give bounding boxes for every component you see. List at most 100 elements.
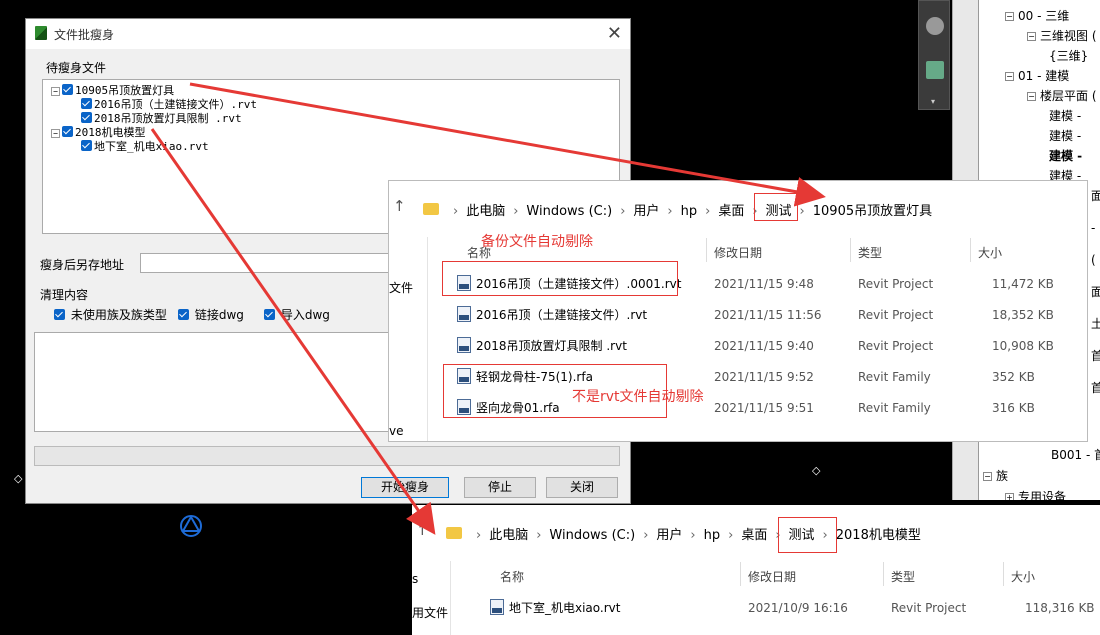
file-size: 10,908 KB [992,339,1054,353]
column-header[interactable]: 修改日期 [714,244,762,261]
address-bar[interactable]: ↑ › 此电脑 › Windows (C:) › 用户 › hp › 桌面 › 测试 › 10905吊顶放… [389,181,1087,233]
checkbox-icon[interactable] [81,98,92,109]
option-linked-dwg[interactable]: 链接dwg [178,306,244,323]
expander-icon[interactable]: − [983,472,992,481]
tree-file-node[interactable]: 地下室_机电xiao.rvt [81,140,209,153]
browser-node[interactable]: {三维} [1049,46,1088,66]
steering-wheel-icon[interactable] [926,17,944,35]
checkbox-icon[interactable] [54,309,65,320]
option-unused-families[interactable]: 未使用族及族类型 [54,306,167,323]
file-row[interactable]: 2018吊顶放置灯具限制 .rvt [457,333,627,359]
browser-fragment: - [1091,221,1096,235]
revit-file-icon [490,599,504,615]
file-row[interactable]: 2016吊顶（土建链接文件）.rvt [457,302,647,328]
revit-file-icon [457,337,471,353]
revit-nav-icon[interactable] [178,514,204,538]
browser-node[interactable]: − 三维视图 ( [1027,26,1097,46]
column-header[interactable]: 大小 [978,244,1002,261]
column-header[interactable]: 大小 [1011,568,1035,585]
app-icon [35,26,47,40]
expander-icon[interactable]: − [1005,12,1014,21]
checkbox-icon[interactable] [62,126,73,137]
file-row[interactable]: 地下室_机电xiao.rvt [490,595,620,621]
tree-node-label: 2018机电模型 [75,126,146,139]
breadcrumb-chevron-icon: › [536,528,542,543]
highlight-box [778,517,837,553]
nav-pane-text: 文件 [389,281,414,295]
address-bar[interactable]: ↑ › 此电脑 › Windows (C:) › 用户 › hp › 桌面 › 测试 › 2018机电模型 [412,505,1100,557]
breadcrumb-item[interactable]: 2018机电模型 [836,528,921,543]
breadcrumb-item[interactable]: 桌面 [718,204,744,219]
breadcrumb: › 此电脑 › Windows (C:) › 用户 › hp › 桌面 › 测试 › 2018机电模型 [468,524,921,543]
chevron-down-icon[interactable]: ▾ [931,97,935,106]
start-button[interactable]: 开始瘦身 [361,477,449,498]
breadcrumb-item[interactable]: 用户 [656,528,682,543]
browser-node[interactable]: B001 - 首层 [1051,445,1100,465]
column-header[interactable]: 类型 [891,568,915,585]
breadcrumb-item[interactable]: 10905吊顶放置灯具 [813,204,932,219]
breadcrumb-item[interactable]: 此电脑 [466,204,505,219]
file-name: 2016吊顶（土建链接文件）.rvt [476,308,648,322]
expander-icon[interactable]: − [1027,32,1036,41]
checkbox-icon[interactable] [81,112,92,123]
browser-node-label: 族 [996,469,1009,483]
zoom-icon[interactable] [926,61,944,79]
file-name: 地下室_机电xiao.rvt [509,601,621,615]
breadcrumb-item[interactable]: 桌面 [741,528,767,543]
checkbox-icon[interactable] [81,140,92,151]
clean-group-label: 清理内容 [40,288,89,302]
collapse-icon[interactable]: − [51,87,60,96]
breadcrumb-item[interactable]: hp [704,528,721,543]
browser-node[interactable]: 建模 - [1049,126,1081,146]
breadcrumb-item[interactable]: hp [681,204,698,219]
browser-node-label: 01 - 建模 [1018,69,1070,83]
collapse-icon[interactable]: − [51,129,60,138]
breadcrumb-item[interactable]: 此电脑 [489,528,528,543]
dialog-titlebar[interactable]: 文件批瘦身 ✕ [26,19,630,49]
breadcrumb-chevron-icon: › [667,204,673,219]
file-type: Revit Project [858,308,934,322]
file-type: Revit Project [891,601,967,615]
browser-node[interactable]: − 族 [983,466,1008,486]
option-imported-dwg[interactable]: 导入dwg [264,306,330,323]
tree-folder-node[interactable]: − 2018机电模型 [51,126,146,139]
tree-folder-node[interactable]: − 10905吊顶放置灯具 [51,84,174,97]
browser-node[interactable]: − 楼层平面 ( [1027,86,1097,106]
expander-icon[interactable]: − [1005,72,1014,81]
tree-node-label: 地下室_机电xiao.rvt [94,140,209,153]
tree-node-label: 10905吊顶放置灯具 [75,84,175,97]
column-header[interactable]: 修改日期 [748,568,796,585]
browser-node[interactable]: 建模 - [1049,146,1082,166]
close-icon[interactable]: ✕ [607,23,622,44]
up-arrow-icon[interactable]: ↑ [393,197,406,215]
explorer-window-2: ↑ › 此电脑 › Windows (C:) › 用户 › hp › 桌面 › 测试 › 2018机电模型… [412,505,1100,635]
expander-icon[interactable]: − [1027,92,1036,101]
file-type: Revit Project [858,339,934,353]
file-date: 2021/11/15 9:51 [714,401,814,415]
browser-node[interactable]: −00 - 三维 [1005,6,1069,26]
column-header[interactable]: 类型 [858,244,882,261]
breadcrumb-item[interactable]: Windows (C:) [526,204,612,219]
tree-file-node[interactable]: 2016吊顶（土建链接文件）.rvt [81,98,257,111]
stop-button[interactable]: 停止 [464,477,536,498]
folder-icon [446,527,462,539]
checkbox-icon[interactable] [62,84,73,95]
browser-node[interactable]: −01 - 建模 [1005,66,1069,86]
file-date: 2021/11/15 9:52 [714,370,814,384]
browser-node[interactable]: 建模 - [1049,106,1081,126]
close-button[interactable]: 关闭 [546,477,618,498]
expander-icon[interactable]: + [1005,493,1014,500]
browser-fragment: 面 [1091,186,1100,206]
annotation-non-rvt: 不是rvt文件自动剔除 [572,389,704,405]
checkbox-icon[interactable] [178,309,189,320]
breadcrumb-item[interactable]: Windows (C:) [549,528,635,543]
checkbox-icon[interactable] [264,309,275,320]
tree-file-node[interactable]: 2018吊顶放置灯具限制 .rvt [81,112,242,125]
save-path-label: 瘦身后另存地址 [40,258,125,272]
breadcrumb-chevron-icon: › [705,204,711,219]
breadcrumb-item[interactable]: 用户 [633,204,659,219]
column-header[interactable]: 名称 [500,568,524,585]
browser-node[interactable]: + 专用设备 [1005,487,1066,500]
up-arrow-icon[interactable]: ↑ [416,521,429,539]
revit-file-icon [457,306,471,322]
